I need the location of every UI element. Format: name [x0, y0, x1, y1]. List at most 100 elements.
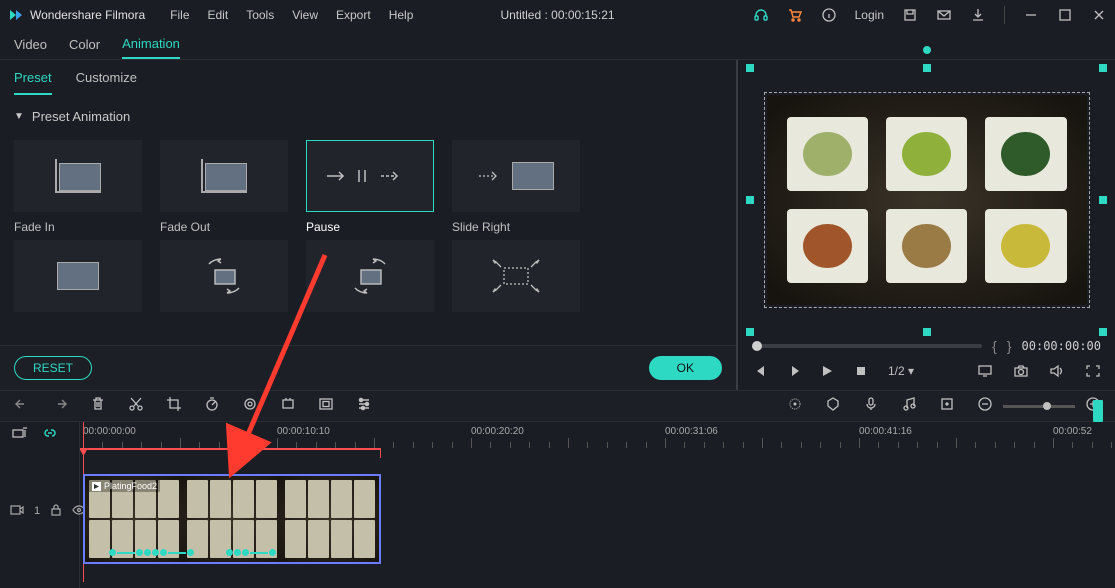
tab-customize[interactable]: Customize — [76, 70, 137, 95]
autoframe-icon[interactable] — [318, 396, 334, 417]
subnav-color[interactable]: Color — [69, 31, 100, 58]
resize-handle[interactable] — [746, 196, 754, 204]
timeline-tracks[interactable]: 00:00:00:00 00:00:10:10 00:00:20:20 00:0… — [80, 422, 1115, 588]
preset-row2-b[interactable] — [160, 240, 300, 312]
marker-icon[interactable] — [825, 396, 841, 417]
reset-button[interactable]: RESET — [14, 356, 92, 380]
preset-row2-d[interactable] — [452, 240, 592, 312]
preview-scale[interactable]: 1/2 ▾ — [888, 364, 914, 378]
resize-handle[interactable] — [746, 64, 754, 72]
range-end — [380, 448, 381, 458]
resize-handle[interactable] — [1099, 196, 1107, 204]
expand-icon[interactable] — [1085, 364, 1101, 378]
keyframe-box-icon[interactable] — [939, 396, 955, 417]
track-manage-icon[interactable] — [12, 426, 28, 445]
undo-icon[interactable] — [14, 396, 30, 417]
prev-frame-button[interactable] — [752, 364, 766, 378]
keyframe[interactable] — [160, 549, 167, 556]
zoom-handle[interactable] — [1043, 402, 1051, 410]
preset-fade-out[interactable]: Fade Out — [160, 140, 300, 234]
download-icon[interactable] — [970, 7, 986, 23]
scrub-handle[interactable] — [752, 341, 762, 351]
headset-icon[interactable] — [753, 7, 769, 23]
menu-view[interactable]: View — [292, 8, 318, 22]
mic-icon[interactable] — [863, 396, 879, 417]
menu-edit[interactable]: Edit — [208, 8, 229, 22]
preset-pause[interactable]: Pause — [306, 140, 446, 234]
play-button[interactable] — [786, 364, 800, 378]
menu-export[interactable]: Export — [336, 8, 371, 22]
save-icon[interactable] — [902, 7, 918, 23]
zoom-slider[interactable] — [1003, 405, 1075, 408]
close-icon[interactable] — [1091, 7, 1107, 23]
section-title: Preset Animation — [32, 109, 130, 124]
cart-icon[interactable] — [787, 7, 803, 23]
lock-icon[interactable] — [50, 504, 62, 519]
timeline-clip[interactable]: PlatingFood2 — [83, 474, 381, 564]
cut-icon[interactable] — [128, 396, 144, 417]
maximize-icon[interactable] — [1057, 7, 1073, 23]
tab-preset[interactable]: Preset — [14, 70, 52, 95]
preset-slide-right[interactable]: Slide Right — [452, 140, 592, 234]
track-header: 1 — [0, 464, 79, 558]
volume-icon[interactable] — [1049, 364, 1065, 378]
keyframe[interactable] — [242, 549, 249, 556]
redo-icon[interactable] — [52, 396, 68, 417]
camera-icon[interactable] — [1013, 364, 1029, 378]
minimize-icon[interactable] — [1023, 7, 1039, 23]
preset-label: Fade In — [14, 220, 154, 234]
resize-handle[interactable] — [923, 328, 931, 336]
delete-icon[interactable] — [90, 396, 106, 417]
keyframe[interactable] — [234, 549, 241, 556]
info-icon[interactable] — [821, 7, 837, 23]
track-video-icon[interactable] — [10, 504, 24, 519]
rotate-handle[interactable] — [923, 46, 931, 54]
resize-handle[interactable] — [746, 328, 754, 336]
editor-subnav: Video Color Animation — [0, 30, 1115, 60]
greenscreen-icon[interactable] — [280, 396, 296, 417]
link-icon[interactable] — [42, 426, 58, 445]
stop-button[interactable] — [854, 364, 868, 378]
ok-button[interactable]: OK — [649, 356, 722, 380]
resize-handle[interactable] — [1099, 328, 1107, 336]
preset-row2-a[interactable] — [14, 240, 154, 312]
keyframe[interactable] — [152, 549, 159, 556]
brace-close-icon[interactable]: } — [1007, 338, 1012, 354]
preview-viewport[interactable] — [750, 68, 1103, 332]
login-button[interactable]: Login — [855, 8, 884, 22]
display-icon[interactable] — [977, 364, 993, 378]
ruler-mark: 00:00:52 — [1053, 426, 1092, 437]
subnav-animation[interactable]: Animation — [122, 30, 180, 59]
keyframe[interactable] — [187, 549, 194, 556]
mail-icon[interactable] — [936, 7, 952, 23]
crop-icon[interactable] — [166, 396, 182, 417]
color-icon[interactable] — [242, 396, 258, 417]
menu-help[interactable]: Help — [389, 8, 414, 22]
preset-row2-c[interactable] — [306, 240, 446, 312]
scrub-track[interactable] — [752, 344, 982, 348]
preset-fade-in[interactable]: Fade In — [14, 140, 154, 234]
ruler-mark: 00:00:10:10 — [277, 426, 330, 437]
zoom-out-icon[interactable] — [977, 396, 993, 417]
keyframe[interactable] — [144, 549, 151, 556]
settings-icon[interactable] — [356, 396, 372, 417]
preview-selection[interactable] — [764, 92, 1090, 308]
play-simple-button[interactable] — [820, 364, 834, 378]
speed-icon[interactable] — [204, 396, 220, 417]
keyframe[interactable] — [226, 549, 233, 556]
music-icon[interactable] — [901, 396, 917, 417]
menu-tools[interactable]: Tools — [246, 8, 274, 22]
brace-open-icon[interactable]: { — [992, 338, 997, 354]
preset-label: Pause — [306, 220, 446, 234]
resize-handle[interactable] — [923, 64, 931, 72]
enhance-icon[interactable] — [787, 396, 803, 417]
record-indicator[interactable] — [1093, 400, 1103, 422]
resize-handle[interactable] — [1099, 64, 1107, 72]
keyframe[interactable] — [269, 549, 276, 556]
timeline-ruler[interactable]: 00:00:00:00 00:00:10:10 00:00:20:20 00:0… — [80, 422, 1115, 448]
keyframe[interactable] — [136, 549, 143, 556]
keyframe[interactable] — [109, 549, 116, 556]
menu-file[interactable]: File — [170, 8, 189, 22]
section-preset-animation[interactable]: ▼ Preset Animation — [0, 95, 736, 132]
subnav-video[interactable]: Video — [14, 31, 47, 58]
